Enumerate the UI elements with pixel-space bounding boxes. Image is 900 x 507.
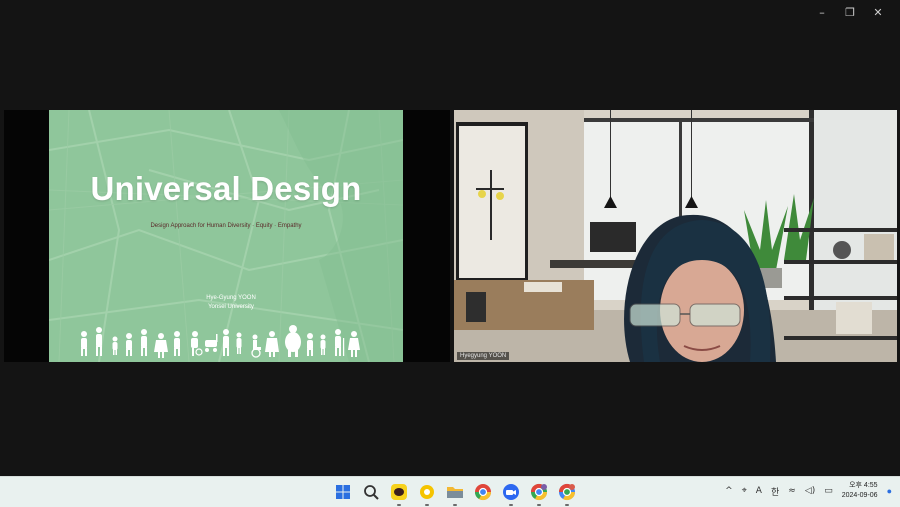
- shared-screen-tile[interactable]: Universal Design Design Approach for Hum…: [4, 110, 450, 362]
- slide-title: Universal Design: [90, 170, 362, 207]
- clock-date: 2024-09-06: [841, 492, 878, 499]
- close-button[interactable]: ✕: [864, 6, 892, 20]
- slide-author: Hye-Gyung YOON Yonsei University: [49, 294, 403, 312]
- author-name: Hye-Gyung YOON: [206, 295, 256, 301]
- chrome-profile-2-icon[interactable]: [557, 482, 577, 506]
- chrome-icon[interactable]: [473, 482, 493, 502]
- taskbar-apps: [333, 482, 577, 506]
- search-icon[interactable]: [361, 482, 381, 502]
- author-affiliation: Yonsei University: [208, 304, 254, 310]
- window-controls: – ❐ ✕: [808, 6, 892, 20]
- kakaotalk-icon[interactable]: [389, 482, 409, 506]
- file-explorer-icon[interactable]: [445, 482, 465, 506]
- participant-video-tile[interactable]: Hyegyung YOON: [454, 110, 897, 362]
- zoom-icon[interactable]: [501, 482, 521, 506]
- slide-subtitle: Design Approach for Human Diversity · Eq…: [150, 223, 302, 229]
- taskbar: ^ ⌖ A 한 ≈ ◁) ▭ 오후 4:55 2024-09-06 ●: [0, 476, 900, 507]
- windows-start-icon[interactable]: [333, 482, 353, 502]
- video-feed: [454, 110, 897, 362]
- participant-name-label: Hyegyung YOON: [457, 352, 510, 360]
- restore-button[interactable]: ❐: [836, 6, 864, 20]
- kakao-icon[interactable]: [417, 482, 437, 506]
- notification-bell-icon[interactable]: ●: [887, 486, 892, 496]
- system-tray: ^ ⌖ A 한 ≈ ◁) ▭ 오후 4:55 2024-09-06 ●: [725, 481, 892, 501]
- location-icon[interactable]: ⌖: [742, 486, 747, 496]
- presentation-slide: Universal Design Design Approach for Hum…: [49, 110, 403, 362]
- minimize-button[interactable]: –: [808, 6, 836, 20]
- taskbar-clock[interactable]: 오후 4:55 2024-09-06: [842, 481, 878, 501]
- ime-indicator[interactable]: 한: [771, 485, 779, 498]
- battery-icon[interactable]: ▭: [824, 486, 833, 496]
- clock-time: 오후 4:55: [849, 482, 878, 489]
- wifi-icon[interactable]: ≈: [788, 486, 796, 496]
- chrome-profile-icon[interactable]: [529, 482, 549, 506]
- volume-icon[interactable]: ◁): [805, 486, 815, 496]
- show-hidden-icons-chevron-icon[interactable]: ^: [725, 486, 733, 496]
- font-icon[interactable]: A: [756, 486, 762, 496]
- diverse-people-icons: [81, 325, 360, 358]
